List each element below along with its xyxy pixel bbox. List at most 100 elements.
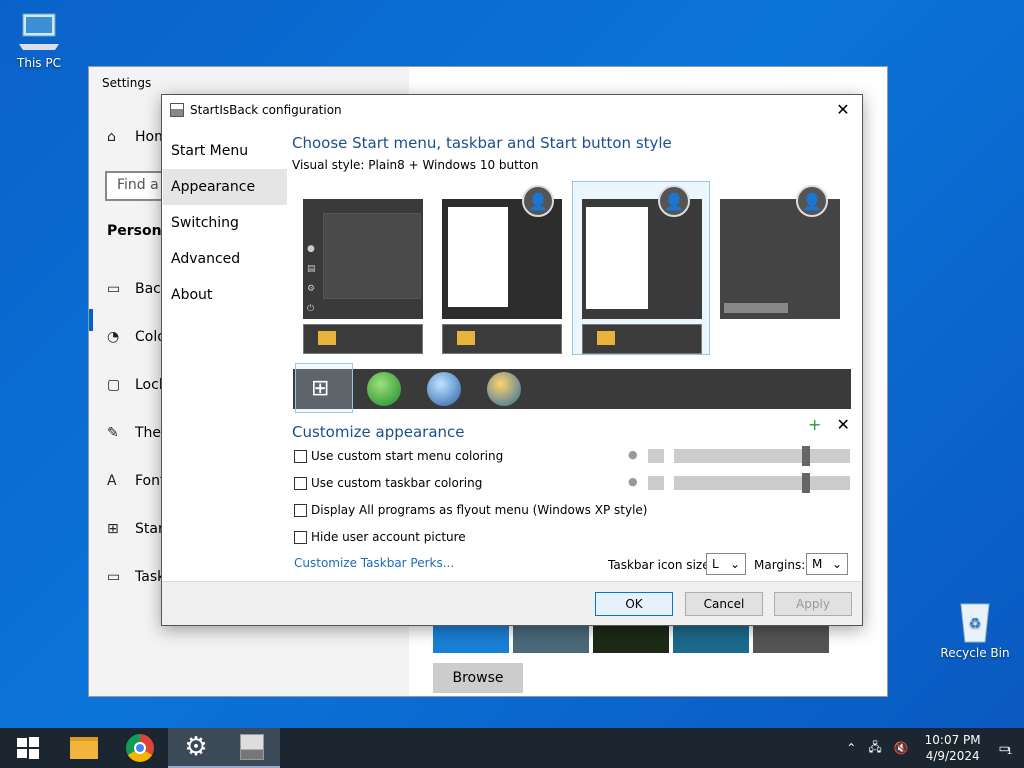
close-icon[interactable]: ✕ xyxy=(837,415,850,434)
slider-thumb[interactable] xyxy=(802,473,810,493)
nav-advanced[interactable]: Advanced xyxy=(163,241,287,277)
notifications-icon[interactable]: ▭ 1 xyxy=(991,741,1024,757)
nav-about[interactable]: About xyxy=(163,277,287,313)
appearance-panel: Choose Start menu, taskbar and Start but… xyxy=(292,125,852,172)
settings-item-fonts[interactable]: A Font xyxy=(107,473,165,489)
checkbox[interactable] xyxy=(294,530,307,544)
time: 10:07 PM xyxy=(924,733,981,747)
start-button[interactable] xyxy=(0,728,56,768)
wallpaper-thumb[interactable] xyxy=(753,623,829,653)
chrome-button[interactable] xyxy=(112,728,168,768)
tiles-grid xyxy=(323,213,421,299)
customize-taskbar-perks-link[interactable]: Customize Taskbar Perks... xyxy=(294,556,454,570)
desktop-label: This PC xyxy=(17,56,61,70)
user-avatar-icon: 👤 xyxy=(796,185,828,217)
option-custom-taskbar-coloring[interactable]: Use custom taskbar coloring xyxy=(294,476,482,490)
slider-thumb[interactable] xyxy=(802,446,810,466)
settings-item-lock-screen[interactable]: ▢ Lock xyxy=(107,377,167,393)
color-swatch[interactable] xyxy=(648,449,664,463)
icon-size-select[interactable]: L ⌄ xyxy=(706,553,746,575)
checkbox[interactable] xyxy=(294,476,307,490)
margins-select[interactable]: M ⌄ xyxy=(806,553,848,575)
home-icon: ⌂ xyxy=(107,129,116,145)
wallpaper-thumb[interactable] xyxy=(513,623,589,653)
option-flyout-menu[interactable]: Display All programs as flyout menu (Win… xyxy=(294,503,647,517)
file-explorer-button[interactable] xyxy=(56,728,112,768)
nav-appearance[interactable]: Appearance xyxy=(163,169,287,205)
dialog-title: StartIsBack configuration xyxy=(190,103,342,117)
margins-label: Margins: xyxy=(754,558,806,572)
color-swatch[interactable] xyxy=(648,476,664,490)
clock[interactable]: 10:07 PM 4/9/2024 xyxy=(915,732,991,764)
customize-heading: Customize appearance xyxy=(292,423,465,441)
taskbar-opacity-slider[interactable] xyxy=(674,473,850,493)
option-custom-start-coloring[interactable]: Use custom start menu coloring xyxy=(294,449,503,463)
nav-switching[interactable]: Switching xyxy=(163,205,287,241)
dialog-footer: OK Cancel Apply xyxy=(162,581,862,625)
user-avatar-icon: 👤 xyxy=(522,185,554,217)
date: 4/9/2024 xyxy=(925,749,980,763)
chevron-down-icon: ⌄ xyxy=(729,557,740,571)
wallpaper-thumb[interactable] xyxy=(673,623,749,653)
start-grid-icon: ⊞ xyxy=(107,521,119,537)
taskbar-preview-3[interactable] xyxy=(582,324,702,354)
settings-item-taskbar[interactable]: ▭ Task xyxy=(107,569,165,585)
folder-icon xyxy=(70,737,98,759)
style-heading: Choose Start menu, taskbar and Start but… xyxy=(292,134,672,152)
search-bar xyxy=(724,303,788,313)
settings-item-colors[interactable]: ◔ Colo xyxy=(107,329,166,345)
taskbar-icon: ▭ xyxy=(107,569,121,585)
user-avatar-icon: 👤 xyxy=(658,185,690,217)
taskbar-preview-2[interactable] xyxy=(442,324,562,354)
visual-style-label: Visual style: Plain8 + Windows 10 button xyxy=(292,158,539,172)
settings-item-background[interactable]: ▭ Back xyxy=(107,281,169,297)
vista-orb-icon[interactable] xyxy=(487,372,521,406)
checkbox[interactable] xyxy=(294,449,307,463)
folder-icon xyxy=(597,331,615,345)
menu-panel xyxy=(448,207,508,307)
icon-size-label: Taskbar icon size: xyxy=(608,558,714,572)
network-icon[interactable]: 🖧 xyxy=(862,738,887,759)
style-preview-plain8[interactable]: 👤 xyxy=(442,185,562,319)
windows7-orb-icon[interactable] xyxy=(427,372,461,406)
settings-item-themes[interactable]: ✎ Ther xyxy=(107,425,167,441)
close-icon[interactable]: ✕ xyxy=(832,99,854,121)
option-hide-user-picture[interactable]: Hide user account picture xyxy=(294,530,466,544)
desktop-label: Recycle Bin xyxy=(940,646,1010,660)
color-drop-icon: ● xyxy=(628,475,638,488)
settings-item-home[interactable]: ⌂ Hom xyxy=(107,129,168,145)
startisback-dialog: StartIsBack configuration ✕ Start Menu A… xyxy=(161,94,863,626)
recycle-bin-icon: ♻ xyxy=(951,600,999,644)
style-preview-windows10[interactable]: 👤 xyxy=(720,185,840,319)
style-preview-plain8-win10[interactable]: 👤 xyxy=(582,185,702,319)
image-icon: ▭ xyxy=(107,281,121,297)
chevron-up-icon[interactable]: ⌃ xyxy=(840,741,862,755)
plus-icon[interactable]: + xyxy=(808,415,821,434)
folder-icon xyxy=(318,331,336,345)
wallpaper-thumb[interactable] xyxy=(433,623,509,653)
taskbar-preview-1[interactable] xyxy=(303,324,423,354)
checkbox[interactable] xyxy=(294,503,307,517)
clover-orb-icon[interactable] xyxy=(367,372,401,406)
volume-muted-icon[interactable]: 🔇 xyxy=(888,741,915,755)
chrome-icon xyxy=(126,734,154,762)
start-menu-opacity-slider[interactable] xyxy=(674,446,850,466)
settings-taskbar-button[interactable]: ⚙ xyxy=(168,728,224,768)
settings-item-start[interactable]: ⊞ Start xyxy=(107,521,169,537)
add-remove-controls: + ✕ xyxy=(808,415,850,434)
ok-button[interactable]: OK xyxy=(595,592,673,616)
wallpaper-thumb[interactable] xyxy=(593,623,669,653)
windows10-logo-icon[interactable]: ⊞ xyxy=(311,378,329,400)
browse-button[interactable]: Browse xyxy=(433,663,523,693)
apply-button[interactable]: Apply xyxy=(774,592,852,616)
cancel-button[interactable]: Cancel xyxy=(685,592,763,616)
nav-start-menu[interactable]: Start Menu xyxy=(163,133,287,169)
dialog-nav: Start Menu Appearance Switching Advanced… xyxy=(163,133,287,313)
config-app-icon xyxy=(240,734,264,760)
color-drop-icon: ● xyxy=(628,448,638,461)
windows-logo-icon xyxy=(17,737,39,759)
desktop-icon-this-pc[interactable]: This PC xyxy=(4,10,74,70)
startisback-taskbar-button[interactable] xyxy=(224,728,280,768)
desktop-icon-recycle-bin[interactable]: ♻ Recycle Bin xyxy=(940,600,1010,660)
style-preview-windows8[interactable]: ● ▤ ⚙ ⏻ xyxy=(303,199,423,319)
